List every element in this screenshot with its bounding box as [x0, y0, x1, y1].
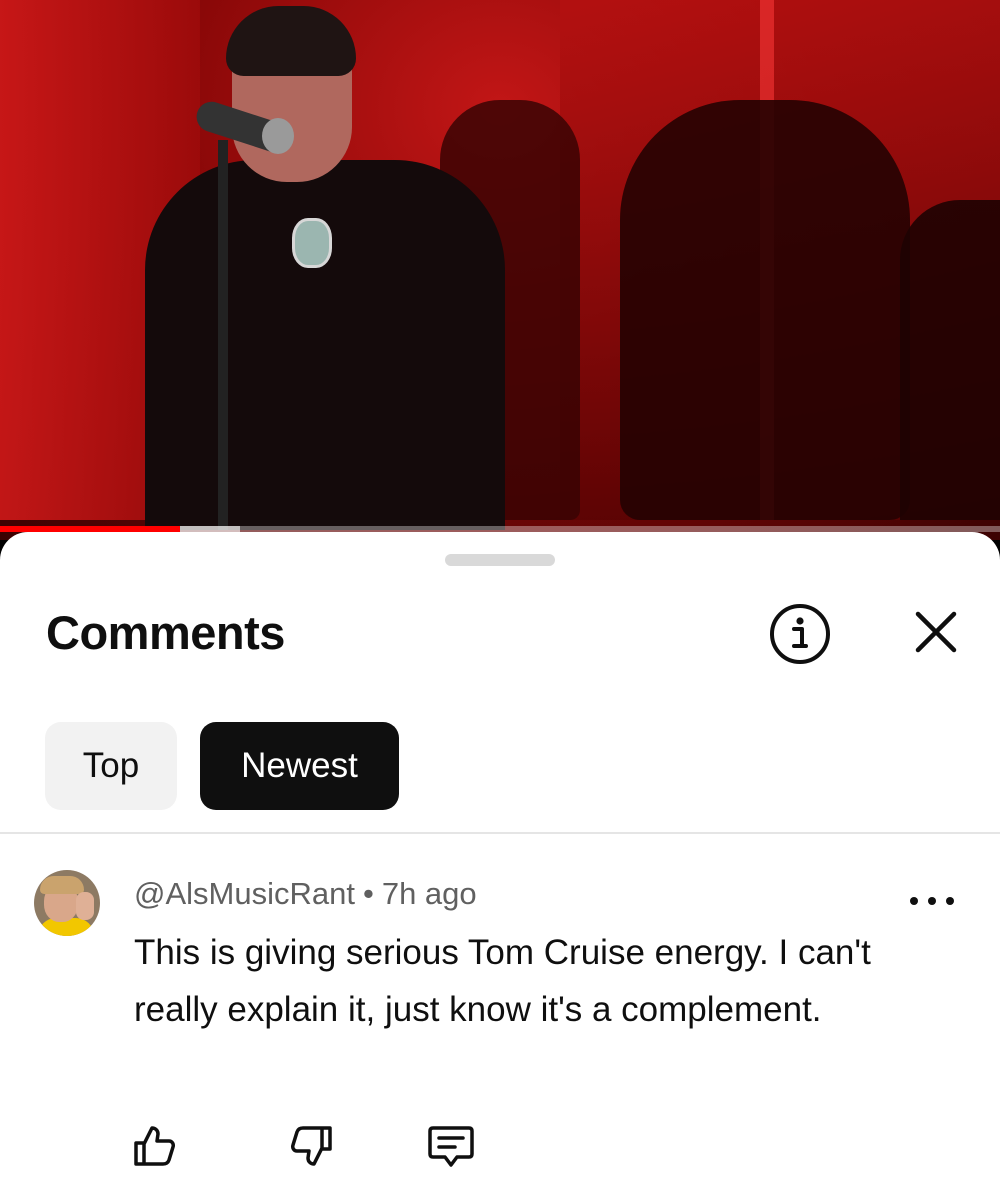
avatar-hand — [76, 892, 94, 920]
singer-hair — [226, 6, 356, 76]
drag-handle[interactable] — [445, 554, 555, 566]
bolo-tie — [292, 218, 332, 268]
singer — [145, 160, 505, 530]
thumbs-up-icon — [134, 1126, 175, 1166]
info-button[interactable] — [768, 602, 832, 666]
mic-stand — [218, 140, 228, 530]
comment-time: 7h ago — [381, 876, 477, 911]
comment-text: This is giving serious Tom Cruise energy… — [134, 933, 871, 1029]
divider — [0, 832, 1000, 834]
comment-meta: @AlsMusicRant • 7h ago — [134, 876, 477, 912]
reply-icon — [428, 1126, 474, 1167]
video-player[interactable] — [0, 0, 1000, 540]
meta-separator: • — [362, 876, 374, 911]
filter-newest-chip[interactable]: Newest — [200, 722, 399, 810]
microphone-head — [262, 118, 294, 154]
comment-author[interactable]: @AlsMusicRant — [134, 876, 355, 911]
comments-sheet: Comments Top Newest @AlsMusicRant • 7h ago… — [0, 532, 1000, 1200]
close-button[interactable] — [906, 602, 966, 662]
more-dot — [946, 897, 954, 905]
thumbs-down-icon — [291, 1126, 332, 1166]
more-vertical-icon — [910, 897, 918, 905]
reply-button[interactable] — [425, 1122, 474, 1170]
filter-top-chip[interactable]: Top — [45, 722, 177, 810]
more-options-button[interactable] — [910, 886, 954, 916]
more-dot — [928, 897, 936, 905]
background-performer — [900, 200, 1000, 520]
info-icon — [770, 604, 830, 664]
sheet-title: Comments — [46, 606, 285, 659]
background-performer — [620, 100, 910, 520]
dislike-button[interactable] — [288, 1122, 336, 1170]
avatar-hair — [40, 876, 84, 894]
like-button[interactable] — [130, 1122, 178, 1170]
avatar[interactable] — [34, 870, 100, 936]
close-icon — [915, 611, 957, 653]
